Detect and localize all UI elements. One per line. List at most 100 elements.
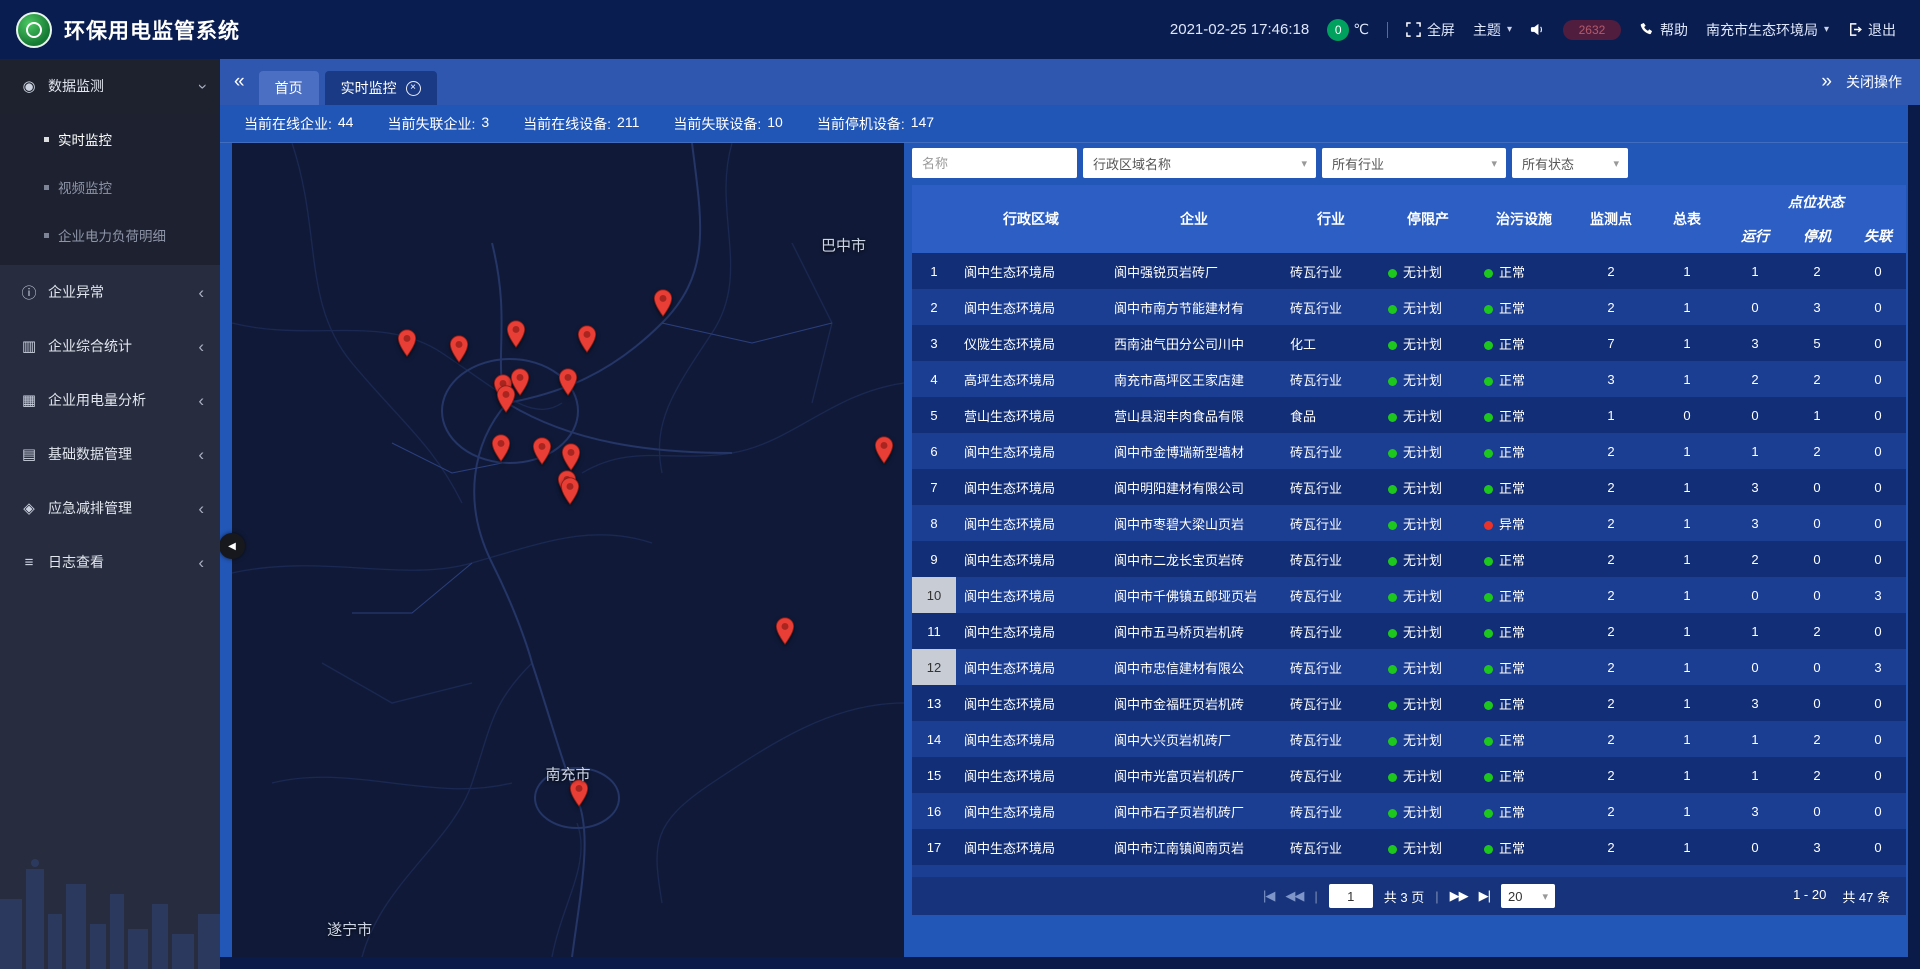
table-row[interactable]: 1阆中生态环境局阆中强锐页岩砖厂砖瓦行业无计划正常21120 bbox=[912, 253, 1906, 289]
table-row[interactable]: 17阆中生态环境局阆中市江南镇阆南页岩砖瓦行业无计划正常21030 bbox=[912, 829, 1906, 865]
pin-icon bbox=[775, 617, 795, 645]
table-row[interactable]: 7阆中生态环境局阆中明阳建材有限公司砖瓦行业无计划正常21300 bbox=[912, 469, 1906, 505]
cell-facility: 正常 bbox=[1476, 793, 1572, 829]
collapse-map-handle[interactable]: ◀ bbox=[220, 533, 245, 559]
cell-region: 阆中生态环境局 bbox=[956, 829, 1106, 865]
status: 无计划 bbox=[1388, 697, 1442, 712]
status-select[interactable]: 所有状态 ▾ bbox=[1512, 148, 1628, 178]
cell-points: 2 bbox=[1572, 505, 1650, 541]
sidebar-subitem[interactable]: 企业电力负荷明细 bbox=[0, 211, 220, 259]
cell-points: 2 bbox=[1572, 793, 1650, 829]
logout-button[interactable]: 退出 bbox=[1847, 20, 1896, 40]
map-pin[interactable] bbox=[577, 325, 597, 358]
map-pin[interactable] bbox=[874, 436, 894, 469]
status-text: 正常 bbox=[1499, 661, 1525, 676]
pin-icon bbox=[496, 385, 516, 413]
status: 异常 bbox=[1484, 517, 1525, 532]
cell-meters: 1 bbox=[1650, 793, 1724, 829]
stat-label: 当前在线设备: bbox=[523, 114, 611, 134]
status-dot-icon bbox=[1388, 593, 1397, 602]
alarm-count-badge[interactable]: 2632 bbox=[1563, 20, 1621, 40]
table-row[interactable]: 18南部生态环境局南部县瑞华达建材有限公砖瓦行业无计划正常21030 bbox=[912, 865, 1906, 877]
tabs-scroll-left-icon[interactable]: « bbox=[234, 71, 245, 93]
pagination-bar: |◀ ◀◀ | 共 3 页 | ▶▶ ▶| 20 ▾ bbox=[912, 877, 1906, 915]
status: 无计划 bbox=[1388, 589, 1442, 604]
tabs-scroll-right-icon[interactable]: » bbox=[1821, 71, 1832, 93]
status-text: 无计划 bbox=[1403, 805, 1442, 820]
table-row[interactable]: 8阆中生态环境局阆中市枣碧大梁山页岩砖瓦行业无计划异常21300 bbox=[912, 505, 1906, 541]
map-pin[interactable] bbox=[506, 320, 526, 353]
region-select[interactable]: 行政区域名称 ▾ bbox=[1083, 148, 1316, 178]
tab-close-icon[interactable]: × bbox=[406, 81, 421, 96]
table-row[interactable]: 14阆中生态环境局阆中大兴页岩机砖厂砖瓦行业无计划正常21120 bbox=[912, 721, 1906, 757]
map-pin[interactable] bbox=[653, 289, 673, 322]
cell-company: 阆中市南方节能建材有 bbox=[1106, 289, 1282, 325]
cell-run: 0 bbox=[1724, 829, 1786, 865]
first-page-icon[interactable]: |◀ bbox=[1263, 888, 1274, 904]
map-pin[interactable] bbox=[532, 437, 552, 470]
theme-menu[interactable]: 主题 ▾ bbox=[1473, 20, 1512, 40]
pin-icon bbox=[577, 325, 597, 353]
table-row[interactable]: 11阆中生态环境局阆中市五马桥页岩机砖砖瓦行业无计划正常21120 bbox=[912, 613, 1906, 649]
cell-meters: 1 bbox=[1650, 865, 1724, 877]
map-pin[interactable] bbox=[397, 328, 417, 361]
sidebar-group[interactable]: ⓘ 企业异常 ‹ bbox=[0, 265, 220, 319]
map-pin[interactable] bbox=[449, 335, 469, 368]
help-button[interactable]: 帮助 bbox=[1639, 20, 1688, 40]
table-row[interactable]: 15阆中生态环境局阆中市光富页岩机砖厂砖瓦行业无计划正常21120 bbox=[912, 757, 1906, 793]
status: 无计划 bbox=[1388, 769, 1442, 784]
tab-item[interactable]: 实时监控 × bbox=[325, 71, 437, 105]
sidebar-group[interactable]: ◈ 应急减排管理 ‹ bbox=[0, 481, 220, 535]
table-row[interactable]: 4高坪生态环境局南充市高坪区王家店建砖瓦行业无计划正常31220 bbox=[912, 361, 1906, 397]
table-row[interactable]: 6阆中生态环境局阆中市金博瑞新型墙材砖瓦行业无计划正常21120 bbox=[912, 433, 1906, 469]
sidebar-group[interactable]: ▤ 基础数据管理 ‹ bbox=[0, 427, 220, 481]
sidebar-group-label: 数据监测 bbox=[48, 76, 188, 96]
topbar-right: 2021-02-25 17:46:18 0 ℃ 全屏 主题 ▾ 2632 bbox=[1170, 19, 1896, 41]
table-row[interactable]: 16阆中生态环境局阆中市石子页岩机砖厂砖瓦行业无计划正常21300 bbox=[912, 793, 1906, 829]
tab-item[interactable]: 首页 bbox=[259, 71, 319, 105]
map-pin[interactable] bbox=[496, 385, 516, 418]
last-page-icon[interactable]: ▶| bbox=[1479, 888, 1490, 904]
prev-page-icon[interactable]: ◀◀ bbox=[1285, 888, 1303, 904]
industry-select[interactable]: 所有行业 ▾ bbox=[1322, 148, 1506, 178]
map-pin[interactable] bbox=[491, 433, 511, 466]
pin-icon bbox=[560, 477, 580, 505]
sidebar-group[interactable]: ▥ 企业综合统计 ‹ bbox=[0, 319, 220, 373]
cell-limit: 无计划 bbox=[1380, 685, 1476, 721]
page-size-select[interactable]: 20 ▾ bbox=[1501, 884, 1555, 908]
name-filter-input[interactable] bbox=[912, 148, 1077, 178]
sidebar-group[interactable]: ≡ 日志查看 ‹ bbox=[0, 535, 220, 589]
table-row[interactable]: 12阆中生态环境局阆中市忠信建材有限公砖瓦行业无计划正常21003 bbox=[912, 649, 1906, 685]
page-number-input[interactable] bbox=[1329, 884, 1373, 908]
table-row[interactable]: 9阆中生态环境局阆中市二龙长宝页岩砖砖瓦行业无计划正常21200 bbox=[912, 541, 1906, 577]
map-panel[interactable]: ◀ bbox=[232, 143, 904, 957]
cell-lost: 3 bbox=[1848, 649, 1906, 685]
map-pin[interactable] bbox=[560, 477, 580, 510]
sidebar-subitem[interactable]: 实时监控 bbox=[0, 115, 220, 163]
next-page-icon[interactable]: ▶▶ bbox=[1450, 888, 1468, 904]
app-logo-icon bbox=[16, 12, 52, 48]
map-pin[interactable] bbox=[775, 617, 795, 650]
close-operations-button[interactable]: 关闭操作 bbox=[1846, 72, 1902, 92]
org-menu[interactable]: 南充市生态环境局 ▾ bbox=[1706, 20, 1829, 40]
cell-limit: 无计划 bbox=[1380, 721, 1476, 757]
sidebar-group[interactable]: ◉ 数据监测 ‹ bbox=[0, 59, 220, 113]
table-row[interactable]: 13阆中生态环境局阆中市金福旺页岩机砖砖瓦行业无计划正常21300 bbox=[912, 685, 1906, 721]
table-row[interactable]: 10阆中生态环境局阆中市千佛镇五郎垭页岩砖瓦行业无计划正常21003 bbox=[912, 577, 1906, 613]
pin-icon bbox=[506, 320, 526, 348]
cell-run: 2 bbox=[1724, 361, 1786, 397]
cell-points: 1 bbox=[1572, 397, 1650, 433]
sidebar-subitem[interactable]: 视频监控 bbox=[0, 163, 220, 211]
status: 无计划 bbox=[1388, 733, 1442, 748]
theme-label: 主题 bbox=[1473, 20, 1501, 40]
cell-company: 阆中市二龙长宝页岩砖 bbox=[1106, 541, 1282, 577]
cell-industry: 砖瓦行业 bbox=[1282, 865, 1380, 877]
table-row[interactable]: 2阆中生态环境局阆中市南方节能建材有砖瓦行业无计划正常21030 bbox=[912, 289, 1906, 325]
map-pin[interactable] bbox=[558, 368, 578, 401]
table-row[interactable]: 3仪陇生态环境局西南油气田分公司川中化工无计划正常71350 bbox=[912, 325, 1906, 361]
announcement-button[interactable] bbox=[1530, 22, 1545, 37]
sidebar-group[interactable]: ▦ 企业用电量分析 ‹ bbox=[0, 373, 220, 427]
tab-label: 实时监控 bbox=[341, 78, 397, 98]
table-row[interactable]: 5营山生态环境局营山县润丰肉食品有限食品无计划正常10010 bbox=[912, 397, 1906, 433]
fullscreen-button[interactable]: 全屏 bbox=[1406, 20, 1455, 40]
